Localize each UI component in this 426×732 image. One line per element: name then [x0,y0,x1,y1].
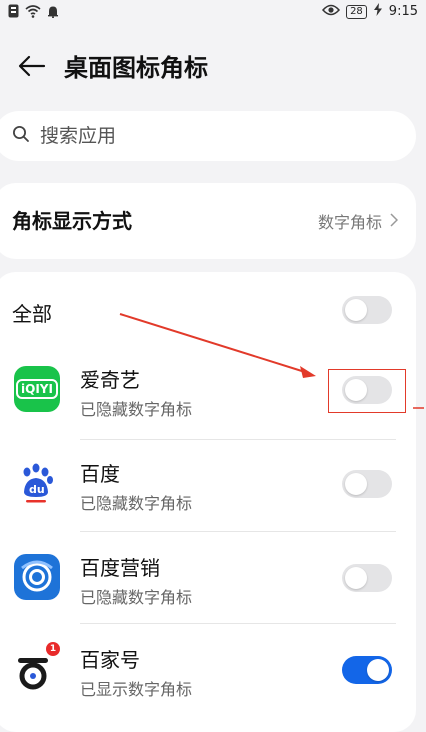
app-row-baijiahao: 1 百家号 已显示数字角标 [0,624,416,716]
badge-mode-value-text: 数字角标 [317,213,382,232]
app-badge-status: 已隐藏数字角标 [80,494,193,513]
eye-icon [322,4,341,20]
app-name: 百家号 [80,648,140,672]
app-badge-status: 已隐藏数字角标 [80,400,193,419]
app-badge-status: 已隐藏数字角标 [80,588,193,607]
app-name: 百度营销 [80,556,160,580]
clock-time: 9:15 [388,4,418,19]
iqiyi-icon: iQIYI [14,366,60,412]
badge-mode-value: 数字角标 [317,209,399,233]
all-apps-row: 全部 [0,272,416,348]
search-icon [0,125,30,147]
toggle-knob [367,659,389,681]
status-bar: 28 9:15 [0,0,426,24]
wifi-icon [25,3,41,22]
baidu-icon: du [14,460,60,506]
app-name: 百度 [80,462,120,486]
all-apps-toggle[interactable] [342,296,392,324]
badge-mode-label: 角标显示方式 [12,209,132,233]
annotation-highlight-box [328,369,406,413]
back-button[interactable] [14,50,50,86]
baidu-marketing-badge-toggle[interactable] [342,564,392,592]
app-row-baidu: du 百度 已隐藏数字角标 [0,440,416,532]
toggle-knob [345,473,367,495]
baijiahao-icon: 1 [14,642,60,694]
iqiyi-icon-text: iQIYI [16,379,58,399]
app-badge-status: 已显示数字角标 [80,680,193,699]
baijiahao-badge-toggle[interactable] [342,656,392,684]
battery-indicator: 28 [346,4,367,19]
baidu-icon-text: du [29,483,45,496]
notification-badge: 1 [46,642,60,656]
search-bar[interactable] [0,111,416,161]
toggle-knob [345,299,367,321]
back-arrow-icon [18,55,46,81]
baidu-badge-toggle[interactable] [342,470,392,498]
chevron-right-icon [390,212,399,231]
page-title: 桌面图标角标 [64,54,208,82]
notification-icon [8,3,19,22]
badge-mode-setting[interactable]: 角标显示方式 数字角标 [0,183,416,259]
baidu-marketing-icon [14,554,60,600]
app-name: 爱奇艺 [80,368,140,392]
all-apps-label: 全部 [12,302,52,326]
app-list-card: 全部 iQIYI 爱奇艺 已隐藏数字角标 du 百度 已隐藏数字角标 百度营销 … [0,272,416,732]
bell-icon [47,3,59,22]
search-input[interactable] [38,124,382,148]
page-header: 桌面图标角标 [0,40,426,94]
app-row-baidu-marketing: 百度营销 已隐藏数字角标 [0,532,416,624]
toggle-knob [345,567,367,589]
charging-icon [373,3,383,20]
